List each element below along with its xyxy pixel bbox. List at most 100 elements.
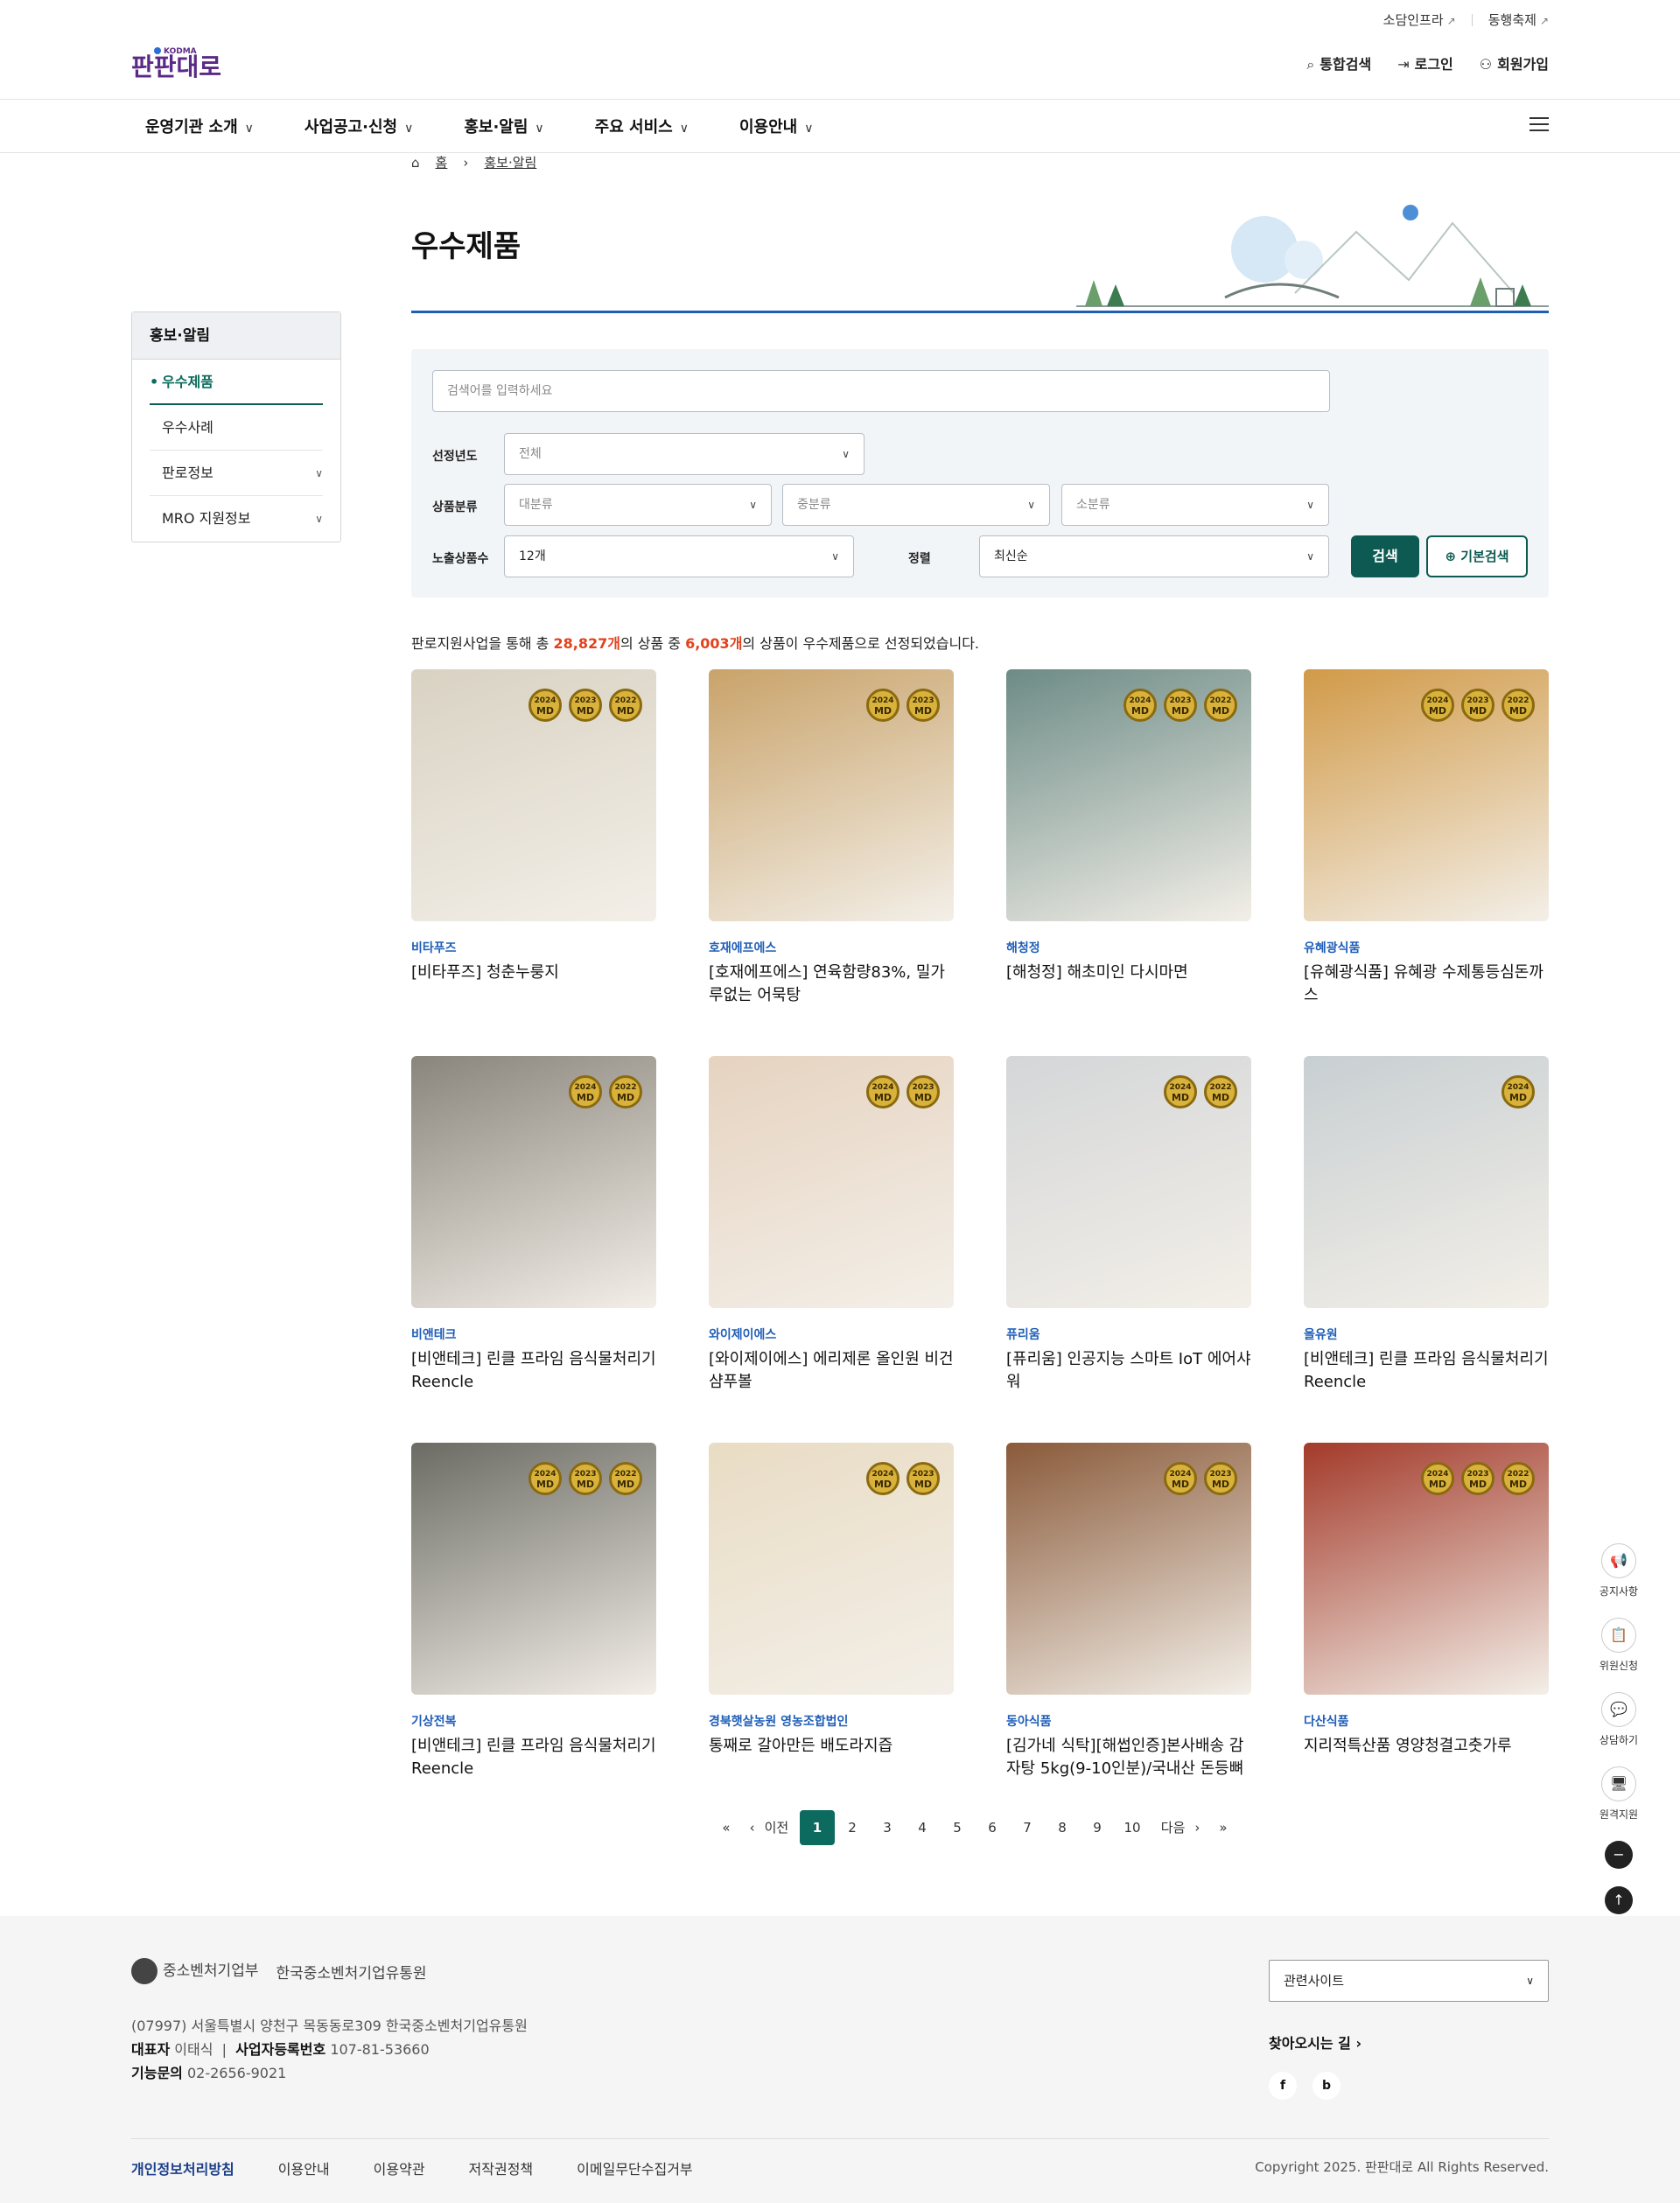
- footer-link[interactable]: 이용안내: [278, 2158, 330, 2179]
- chevron-down-icon: ∨: [1526, 1975, 1534, 1987]
- product-card[interactable]: 2024 MD 2022 MD 비앤테크 [비앤테크] 린클 프라임 음식물처리기 Ree…: [411, 1056, 656, 1394]
- signup-link[interactable]: ⚇ 회원가입: [1480, 52, 1549, 73]
- page-10[interactable]: 10: [1115, 1810, 1150, 1845]
- quick-item[interactable]: 📢 공지사항: [1598, 1543, 1640, 1598]
- page-1[interactable]: 1: [800, 1810, 835, 1845]
- product-image[interactable]: 2024 MD 2023 MD 2022 MD: [411, 1443, 656, 1695]
- next-page-button[interactable]: 다음 ›: [1150, 1810, 1206, 1845]
- login-link[interactable]: ⇥ 로그인: [1397, 52, 1453, 73]
- breadcrumb-current[interactable]: 홍보·알림: [484, 153, 536, 171]
- blog-icon[interactable]: b: [1312, 2072, 1340, 2100]
- product-name[interactable]: [유혜광식품] 유혜광 수제통등심돈까스: [1304, 962, 1549, 1007]
- page-2[interactable]: 2: [835, 1810, 870, 1845]
- product-card[interactable]: 2024 MD 2023 MD 경북햇살농원 영농조합법인 통째로 갈아만든 배도라지즙: [709, 1443, 954, 1758]
- product-name[interactable]: [비앤테크] 린클 프라임 음식물처리기 Reencle: [1304, 1348, 1549, 1394]
- product-card[interactable]: 2024 MD 2023 MD 동아식품 [김가네 식탁][해썹인증]본사배송 감자탕 5…: [1006, 1443, 1251, 1780]
- breadcrumb-home[interactable]: 홈: [436, 153, 448, 171]
- count-select[interactable]: 12개 ∨: [504, 535, 854, 577]
- product-name[interactable]: [퓨리움] 인공지능 스마트 IoT 에어샤워: [1006, 1348, 1251, 1394]
- quick-item[interactable]: 🖥 원격지원: [1598, 1766, 1640, 1822]
- product-card[interactable]: 2024 MD 2023 MD 2022 MD 비타푸즈 [비타푸즈] 청춘누룽지: [411, 669, 656, 984]
- page-6[interactable]: 6: [975, 1810, 1010, 1845]
- md-badges: 2024 MD: [1502, 1075, 1535, 1108]
- product-image[interactable]: 2024 MD 2022 MD: [411, 1056, 656, 1308]
- footer-link[interactable]: 이메일무단수집거부: [577, 2158, 692, 2179]
- integrated-search-link[interactable]: ⌕ 통합검색: [1306, 52, 1371, 73]
- last-page-icon[interactable]: »: [1206, 1810, 1241, 1845]
- product-name[interactable]: 통째로 갈아만든 배도라지즙: [709, 1735, 954, 1758]
- related-sites-select[interactable]: 관련사이트 ∨: [1269, 1960, 1549, 2002]
- gnb-item[interactable]: 홍보·알림 ∨: [464, 115, 543, 137]
- prev-page-button[interactable]: ‹ 이전: [744, 1810, 800, 1845]
- search-input[interactable]: 검색어를 입력하세요: [432, 370, 1330, 412]
- page-3[interactable]: 3: [870, 1810, 905, 1845]
- page-7[interactable]: 7: [1010, 1810, 1045, 1845]
- product-image[interactable]: 2024 MD: [1304, 1056, 1549, 1308]
- gnb-item[interactable]: 이용안내 ∨: [739, 115, 814, 137]
- footer-link[interactable]: 이용약관: [374, 2158, 425, 2179]
- util-link-festival[interactable]: 동행축제 ↗: [1488, 10, 1549, 29]
- product-image[interactable]: 2024 MD 2023 MD 2022 MD: [1304, 669, 1549, 921]
- sort-select[interactable]: 최신순 ∨: [979, 535, 1329, 577]
- category-major-select[interactable]: 대분류 ∨: [504, 484, 772, 526]
- product-card[interactable]: 2024 MD 올유원 [비앤테크] 린클 프라임 음식물처리기 Reencle: [1304, 1056, 1549, 1394]
- product-name[interactable]: [김가네 식탁][해썹인증]본사배송 감자탕 5kg(9-10인분)/국내산 돈…: [1006, 1735, 1251, 1780]
- gnb-item[interactable]: 운영기관 소개 ∨: [145, 115, 254, 137]
- category-minor-select[interactable]: 소분류 ∨: [1061, 484, 1329, 526]
- quick-item[interactable]: 💬 상담하기: [1598, 1692, 1640, 1747]
- product-image[interactable]: 2024 MD 2023 MD: [709, 669, 954, 921]
- year-select[interactable]: 전체 ∨: [504, 433, 864, 475]
- md-badge-icon: 2022 MD: [1204, 1075, 1237, 1108]
- side-item-sales-info[interactable]: 판로정보 ∨: [150, 451, 323, 496]
- md-badges: 2024 MD 2023 MD: [866, 689, 940, 722]
- product-name[interactable]: 지리적특산품 영양청결고춧가루: [1304, 1735, 1549, 1758]
- page-8[interactable]: 8: [1045, 1810, 1080, 1845]
- product-name[interactable]: [비앤테크] 린클 프라임 음식물처리기 Reencle: [411, 1348, 656, 1394]
- product-card[interactable]: 2024 MD 2023 MD 2022 MD 유혜광식품 [유혜광식품] 유혜광 수제통등심…: [1304, 669, 1549, 1007]
- product-card[interactable]: 2024 MD 2022 MD 퓨리움 [퓨리움] 인공지능 스마트 IoT 에어샤워: [1006, 1056, 1251, 1394]
- scroll-top-icon[interactable]: ↑: [1605, 1886, 1633, 1914]
- basic-search-button[interactable]: ⊕ 기본검색: [1426, 535, 1528, 577]
- product-image[interactable]: 2024 MD 2023 MD 2022 MD: [1006, 669, 1251, 921]
- util-link-sodam[interactable]: 소담인프라 ↗: [1383, 10, 1456, 29]
- product-card[interactable]: 2024 MD 2023 MD 2022 MD 다산식품 지리적특산품 영양청결고춧가루: [1304, 1443, 1549, 1758]
- product-image[interactable]: 2024 MD 2023 MD: [709, 1443, 954, 1695]
- md-badges: 2024 MD 2022 MD: [1164, 1075, 1237, 1108]
- product-image[interactable]: 2024 MD 2023 MD: [709, 1056, 954, 1308]
- product-card[interactable]: 2024 MD 2023 MD 2022 MD 해청정 [해청정] 해초미인 다시마면: [1006, 669, 1251, 984]
- md-badge-icon: 2024 MD: [1164, 1075, 1197, 1108]
- product-card[interactable]: 2024 MD 2023 MD 호재에프에스 [호재에프에스] 연육함량83%, 밀가루없…: [709, 669, 954, 1007]
- page-9[interactable]: 9: [1080, 1810, 1115, 1845]
- hamburger-menu-icon[interactable]: [1530, 117, 1549, 133]
- page-5[interactable]: 5: [940, 1810, 975, 1845]
- site-logo[interactable]: 판판대로 KODMA: [131, 42, 236, 86]
- side-item-excellent-cases[interactable]: 우수사례: [150, 405, 323, 451]
- category-middle-select[interactable]: 중분류 ∨: [782, 484, 1050, 526]
- product-image[interactable]: 2024 MD 2022 MD: [1006, 1056, 1251, 1308]
- md-badge-icon: 2023 MD: [1461, 1462, 1494, 1495]
- footer-link[interactable]: 개인정보처리방침: [131, 2158, 234, 2179]
- side-item-excellent-products[interactable]: 우수제품: [150, 360, 323, 405]
- gnb-item[interactable]: 사업공고·신청 ∨: [304, 115, 413, 137]
- product-name[interactable]: [비앤테크] 린클 프라임 음식물처리기 Reencle: [411, 1735, 656, 1780]
- search-button[interactable]: 검색: [1351, 535, 1419, 577]
- product-image[interactable]: 2024 MD 2023 MD: [1006, 1443, 1251, 1695]
- gnb-item[interactable]: 주요 서비스 ∨: [595, 115, 689, 137]
- product-name[interactable]: [비타푸즈] 청춘누룽지: [411, 962, 656, 984]
- product-card[interactable]: 2024 MD 2023 MD 2022 MD 기상전복 [비앤테크] 린클 프라임 음식물처…: [411, 1443, 656, 1780]
- footer-link[interactable]: 저작권정책: [469, 2158, 534, 2179]
- facebook-icon[interactable]: f: [1269, 2072, 1297, 2100]
- collapse-icon[interactable]: −: [1605, 1841, 1633, 1869]
- page-4[interactable]: 4: [905, 1810, 940, 1845]
- side-item-mro-info[interactable]: MRO 지원정보 ∨: [150, 496, 323, 542]
- product-name[interactable]: [해청정] 해초미인 다시마면: [1006, 962, 1251, 984]
- product-name[interactable]: [와이제이에스] 에리제론 올인원 비건 샴푸볼: [709, 1348, 954, 1394]
- product-image[interactable]: 2024 MD 2023 MD 2022 MD: [1304, 1443, 1549, 1695]
- quick-item[interactable]: 📋 위원신청: [1598, 1618, 1640, 1673]
- directions-link[interactable]: 찾아오시는 길 ›: [1269, 2032, 1362, 2053]
- product-card[interactable]: 2024 MD 2023 MD 와이제이에스 [와이제이에스] 에리제론 올인원 비건 샴…: [709, 1056, 954, 1394]
- product-name[interactable]: [호재에프에스] 연육함량83%, 밀가루없는 어묵탕: [709, 962, 954, 1007]
- product-image[interactable]: 2024 MD 2023 MD 2022 MD: [411, 669, 656, 921]
- first-page-icon[interactable]: «: [709, 1810, 744, 1845]
- svg-text:KODMA: KODMA: [164, 47, 197, 56]
